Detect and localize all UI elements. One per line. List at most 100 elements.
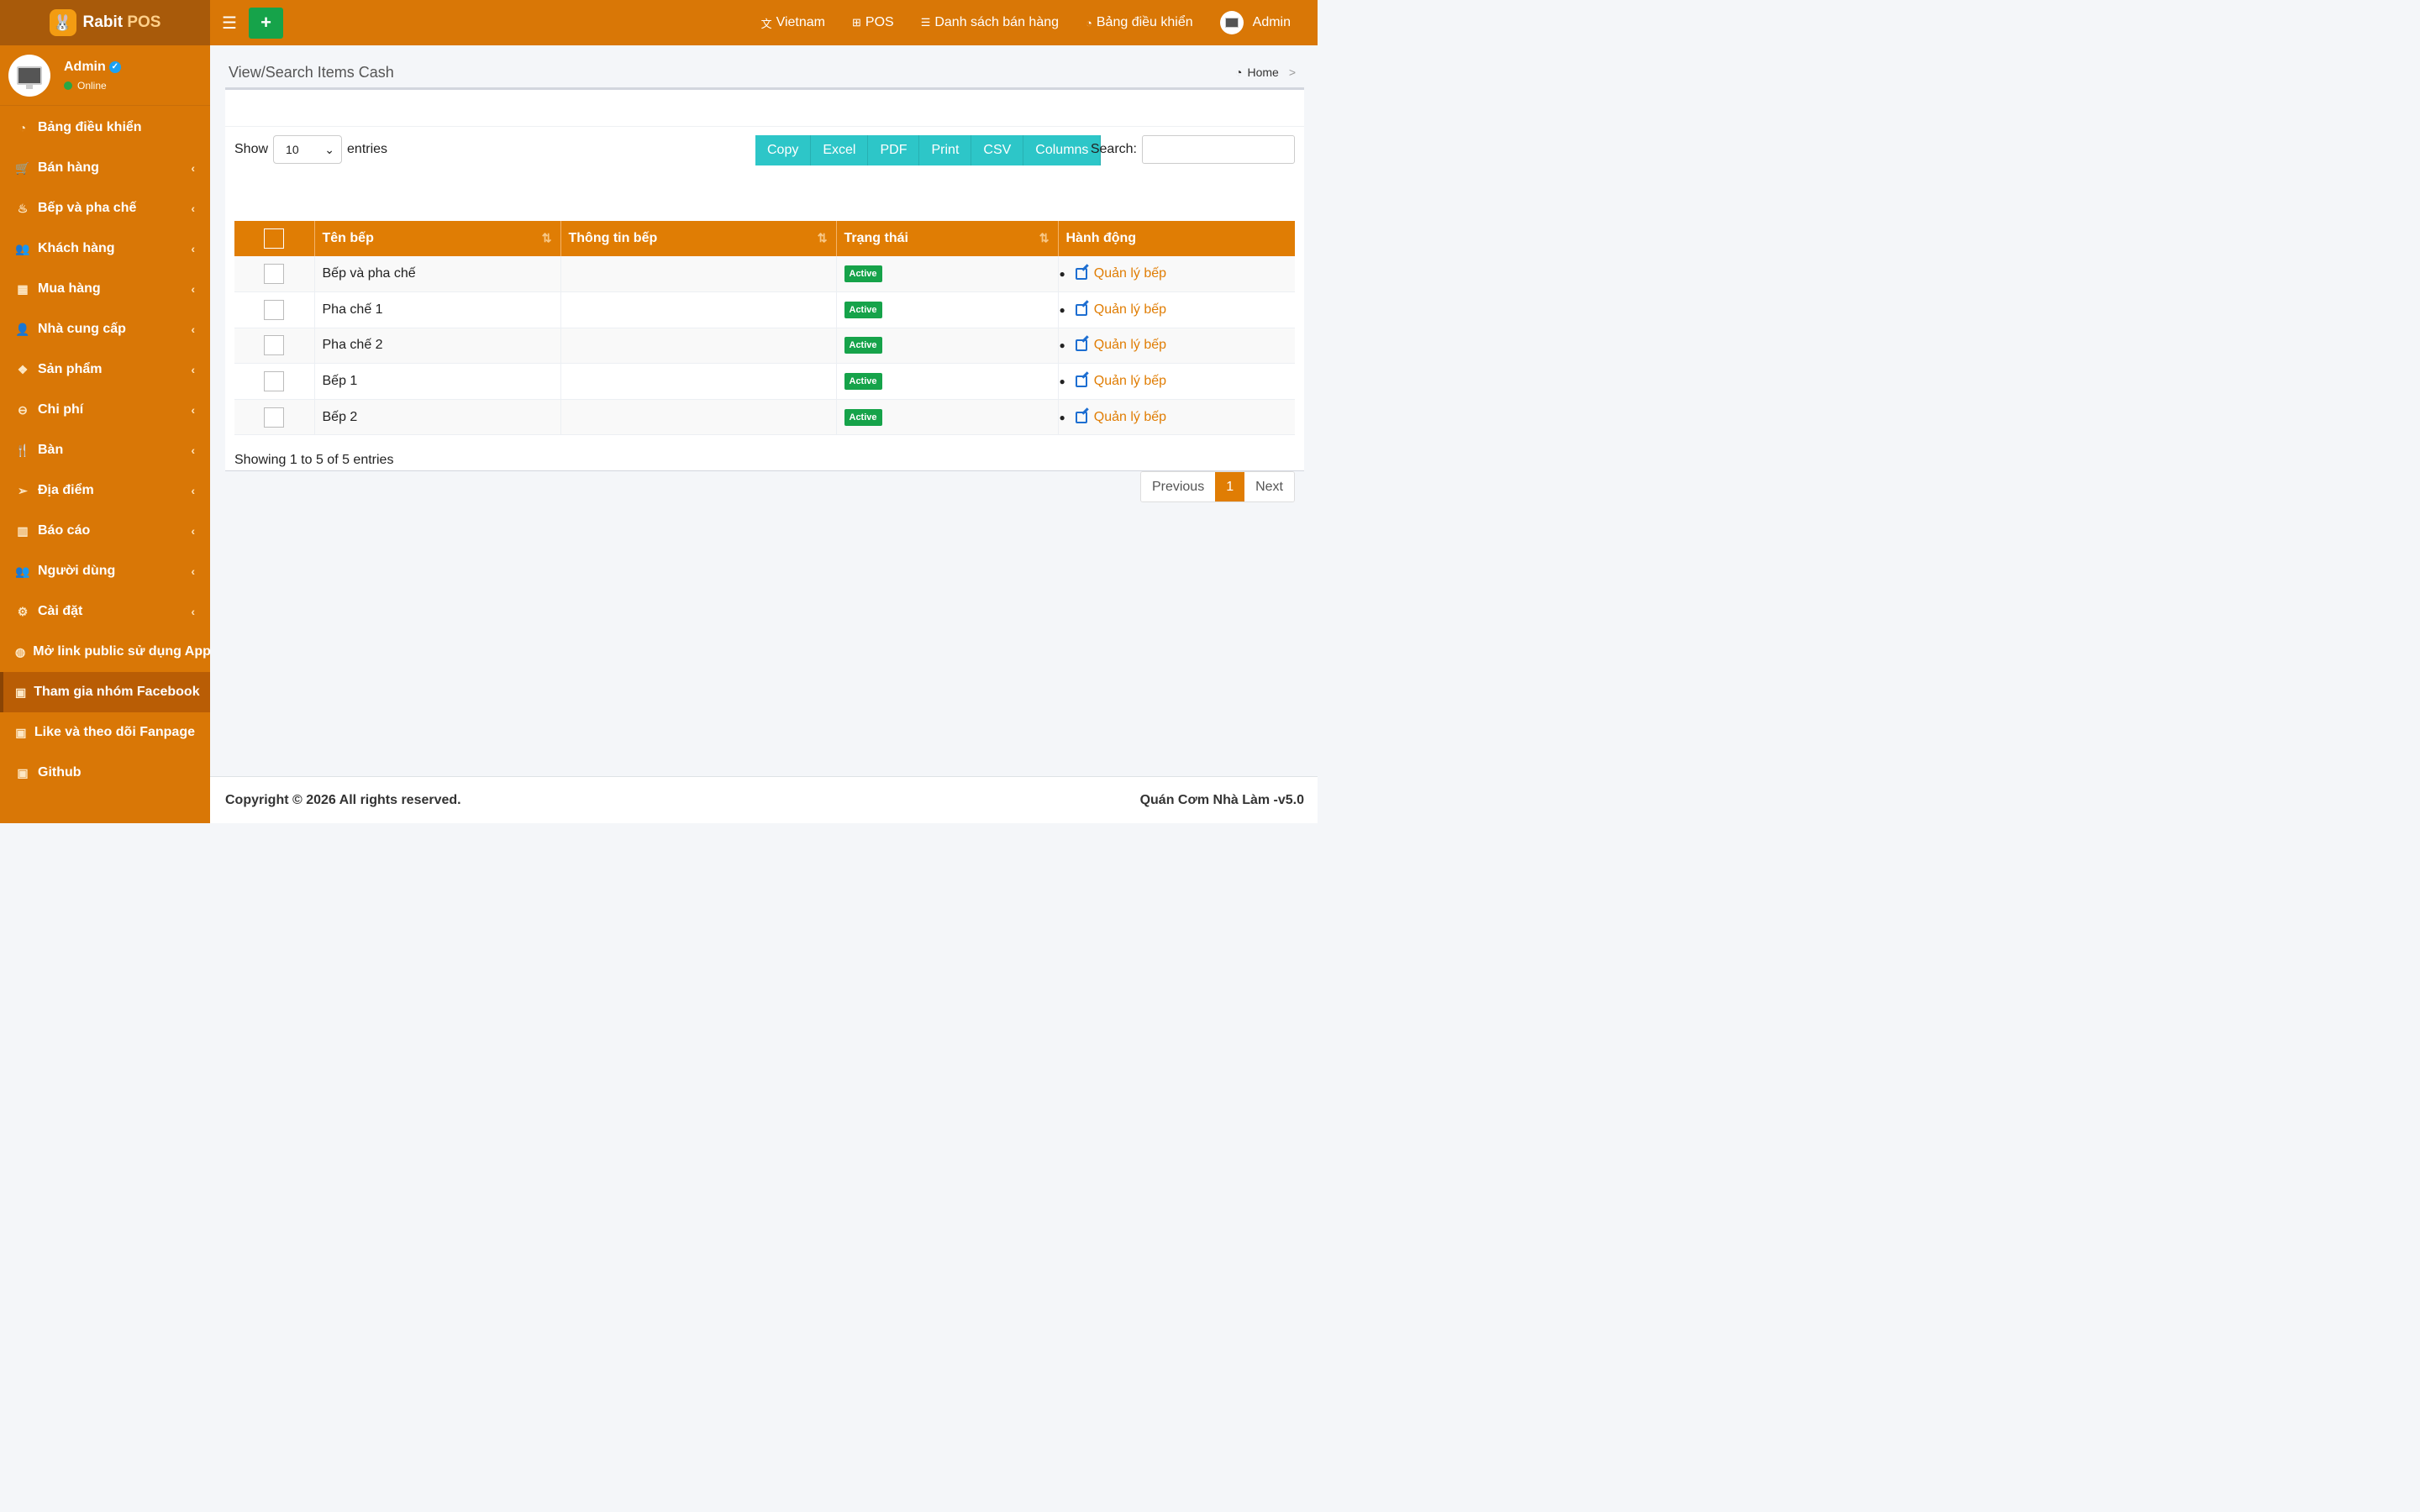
previous-button[interactable]: Previous [1140,472,1216,501]
chevron-left-icon: ‹ [191,605,195,618]
verified-icon: ✓ [108,60,121,73]
top-nav-item-0[interactable]: 文 Vietnam [748,15,839,31]
sidebar-item-3[interactable]: 👥 Khách hàng ‹ [0,228,210,269]
sidebar-item-2[interactable]: ♨ Bếp và pha chế ‹ [0,188,210,228]
dashboard-icon: ◔ [1234,66,1243,79]
page-1-button[interactable]: 1 [1215,472,1245,501]
user-name: Admin [64,59,106,74]
col-header-info[interactable]: Thông tin bếp ⇅ [560,221,837,256]
table-row: Pha chế 1 Active ● Quản lý bếp [234,291,1295,328]
hamburger-icon[interactable]: ☰ [210,0,249,45]
paper-plane-icon: ➢ [18,483,28,497]
globe-icon: ◍ [15,644,26,659]
sidebar-item-8[interactable]: 🍴 Bàn ‹ [0,430,210,470]
sidebar-item-13[interactable]: ◍ Mở link public sử dụng App [0,632,211,672]
manage-kitchen-link[interactable]: Quản lý bếp [1094,302,1166,318]
status-cell: Active [836,399,1059,435]
sidebar-item-10[interactable]: ▥ Báo cáo ‹ [0,511,210,551]
page-title: View/Search Items Cash [229,63,394,81]
edit-icon [1075,268,1087,281]
sidebar-item-0[interactable]: ◔ Bảng điều khiển [0,108,210,148]
manage-kitchen-link[interactable]: Quản lý bếp [1094,338,1166,353]
sidebar-item-15[interactable]: ▣ Like và theo dõi Fanpage [0,712,210,753]
copy-button[interactable]: Copy [755,135,812,165]
sidebar-item-12[interactable]: ⚙ Cài đặt ‹ [0,591,210,632]
kitchen-name: Bếp 1 [314,363,561,400]
page-length: Show 10 ⌄ entries [234,135,387,164]
breadcrumb: ◔ Home > [1235,66,1296,79]
row-checkbox[interactable] [264,299,285,320]
sidebar-item-label: Github [38,765,82,780]
top-nav-user[interactable]: Admin [1207,11,1304,34]
brand[interactable]: 🐰 Rabit POS [0,0,210,45]
chevron-left-icon: ‹ [191,484,195,497]
excel-button[interactable]: Excel [811,135,869,165]
sidebar-item-5[interactable]: 👤 Nhà cung cấp ‹ [0,309,210,349]
entries-label: entries [347,142,388,156]
supplier-icon: 👤 [15,322,30,336]
select-all-header [234,221,315,256]
briefcase-icon: ▣ [15,725,27,739]
footer: Copyright © 2026 All rights reserved. Qu… [210,776,1318,823]
columns-button[interactable]: Columns [1023,135,1102,165]
breadcrumb-home[interactable]: Home [1247,66,1278,79]
sidebar-item-4[interactable]: ▦ Mua hàng ‹ [0,269,210,309]
sidebar-item-11[interactable]: 👥 Người dùng ‹ [0,551,210,591]
table-body: Bếp và pha chế Active ● Quản lý bếp Pha chế … [234,256,1295,435]
manage-kitchen-link[interactable]: Quản lý bếp [1094,266,1166,281]
sidebar-item-14[interactable]: ▣ Tham gia nhóm Facebook [0,672,210,712]
version: Quán Cơm Nhà Làm -v5.0 [1139,792,1304,807]
cogs-icon: ⚙ [17,604,29,618]
sidebar-item-7[interactable]: ⊖ Chi phí ‹ [0,390,210,430]
row-checkbox[interactable] [264,371,285,392]
edit-icon [1075,339,1087,352]
sidebar-item-label: Sản phẩm [38,362,103,376]
sidebar-item-6[interactable]: ❖ Sản phẩm ‹ [0,349,210,390]
sidebar-item-16[interactable]: ▣ Github [0,753,210,793]
col-header-name[interactable]: Tên bếp ⇅ [314,221,561,256]
search-input[interactable] [1142,135,1295,164]
add-button[interactable]: + [249,7,283,39]
top-nav-item-2[interactable]: ☰ Danh sách bán hàng [908,15,1072,30]
page-size-select[interactable]: 10 ⌄ [273,135,343,164]
col-header-status[interactable]: Trạng thái ⇅ [836,221,1059,256]
minus-circle-icon: ⊖ [18,402,28,417]
manage-kitchen-link[interactable]: Quản lý bếp [1094,374,1166,389]
briefcase-icon: ▣ [17,765,29,780]
manage-kitchen-link[interactable]: Quản lý bếp [1094,410,1166,425]
row-checkbox[interactable] [264,407,285,428]
status-cell: Active [836,256,1059,292]
briefcase-icon: ▣ [15,685,27,699]
avatar [8,54,50,97]
bullet-icon: ● [1059,268,1065,281]
table-info: Showing 1 to 5 of 5 entries [234,453,394,467]
next-button[interactable]: Next [1244,472,1294,501]
edit-icon [1075,411,1087,423]
chevron-left-icon: ‹ [191,403,195,417]
row-select-cell [234,256,315,292]
search: Search: [1091,135,1295,164]
top-nav-item-3[interactable]: ◔ Bảng điều khiển [1072,15,1207,30]
row-select-cell [234,291,315,328]
row-checkbox[interactable] [264,264,285,285]
pdf-button[interactable]: PDF [868,135,920,165]
search-label: Search: [1090,142,1137,156]
action-cell: ● Quản lý bếp [1058,292,1295,328]
select-all-checkbox[interactable] [264,228,285,249]
chevron-left-icon: ‹ [191,161,195,175]
copyright: Copyright © 2026 All rights reserved. [225,792,461,807]
table-controls: Show 10 ⌄ entries Copy Excel PDF Print CSV Col… [234,135,1295,169]
cook-icon: ♨ [17,201,29,215]
edit-icon [1075,375,1087,388]
users-icon: 👥 [15,564,30,578]
row-checkbox[interactable] [264,335,285,356]
print-button[interactable]: Print [919,135,972,165]
sidebar-item-1[interactable]: 🛒 Bán hàng ‹ [0,148,210,188]
sidebar-item-9[interactable]: ➢ Địa điểm ‹ [0,470,210,511]
items-box: Show 10 ⌄ entries Copy Excel PDF Print CSV Col… [225,90,1304,502]
sidebar-item-label: Địa điểm [38,483,94,497]
top-nav-item-1[interactable]: ⊞ POS [839,15,908,30]
sidebar-item-label: Mua hàng [38,281,101,296]
csv-button[interactable]: CSV [971,135,1024,165]
box-header [225,90,1304,127]
